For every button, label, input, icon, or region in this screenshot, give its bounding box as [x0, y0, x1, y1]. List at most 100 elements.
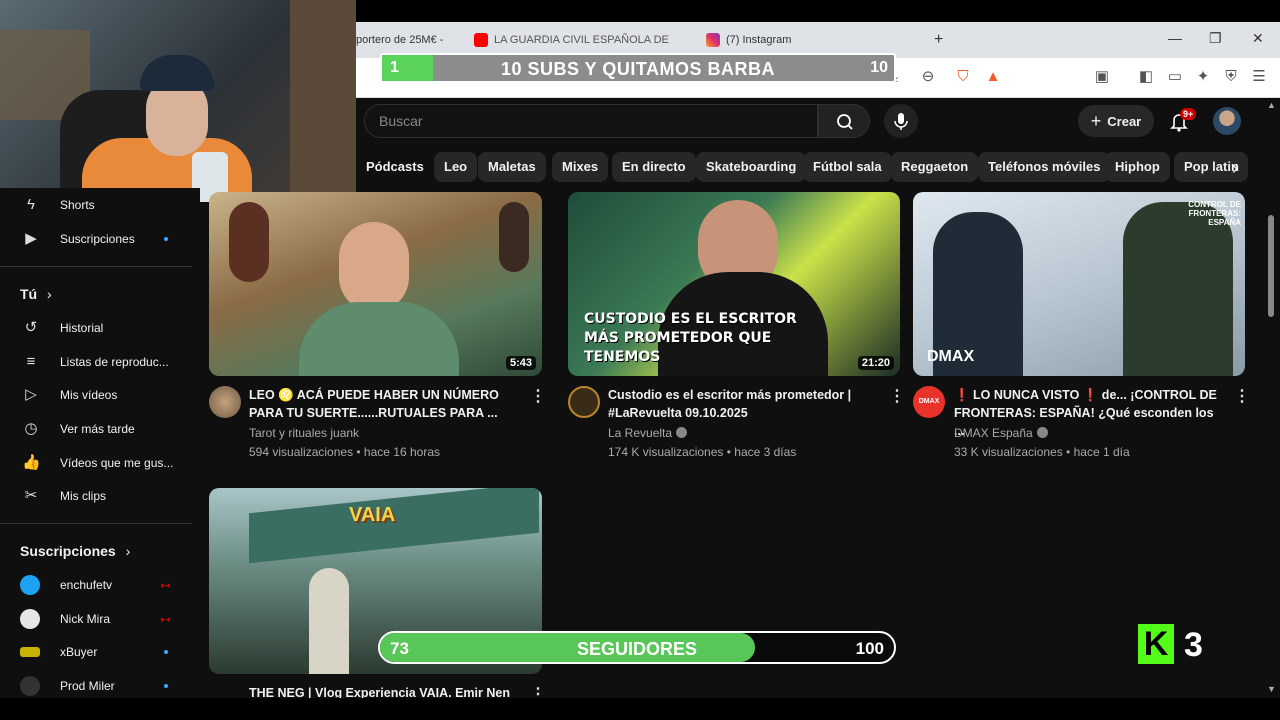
video-thumbnail[interactable]: 5:43: [209, 192, 542, 376]
sidebar-toggle-icon[interactable]: ◧: [1137, 68, 1155, 86]
new-content-dot: [164, 650, 168, 654]
sidebar-item-label: Suscripciones: [60, 232, 135, 246]
account-avatar[interactable]: [1213, 107, 1241, 135]
channel-avatar[interactable]: [568, 386, 600, 418]
person-face: [339, 222, 409, 312]
officer-figure: [1123, 202, 1233, 376]
wardrobe: [290, 0, 356, 202]
thumbnail-text: CUSTODIO ES EL ESCRITOR MÁS PROMETEDOR Q…: [584, 311, 797, 365]
kick-count: 3: [1184, 626, 1203, 664]
vpn-icon[interactable]: ⛨: [1222, 68, 1240, 86]
verified-icon: [676, 427, 688, 438]
mask-decoration: [229, 202, 269, 282]
chip[interactable]: Skateboarding: [696, 152, 807, 182]
webcam-feed: [0, 0, 356, 202]
video-thumbnail[interactable]: CUSTODIO ES EL ESCRITOR MÁS PROMETEDOR Q…: [568, 192, 900, 376]
sidebar-item-watch-later[interactable]: ◷ Ver más tarde: [0, 412, 190, 446]
performer: [309, 568, 349, 674]
wallet-icon[interactable]: ▭: [1166, 68, 1184, 86]
search-button[interactable]: [818, 104, 870, 138]
subs-goal-bar: 1 10 SUBS Y QUITAMOS BARBA 10: [380, 53, 896, 83]
sidebar-item-shorts[interactable]: ϟ Shorts: [0, 188, 190, 222]
minimize-icon[interactable]: —: [1168, 30, 1182, 46]
sidebar-item-my-videos[interactable]: ▷ Mis vídeos: [0, 378, 190, 412]
verified-icon: [1036, 427, 1048, 438]
subs-goal-title: 10 SUBS Y QUITAMOS BARBA: [500, 59, 776, 79]
zoom-out-icon[interactable]: ⊖: [919, 68, 937, 86]
brave-rewards-icon[interactable]: ▲: [984, 68, 1002, 86]
video-meta: 174 K visualizaciones • hace 3 días: [608, 445, 797, 459]
create-button[interactable]: + Crear: [1078, 105, 1154, 137]
chevron-right-icon: ›: [47, 286, 52, 302]
close-icon[interactable]: ✕: [1252, 30, 1264, 47]
scroll-up-icon[interactable]: ▲: [1267, 100, 1276, 110]
live-icon: ▸◂: [160, 613, 170, 624]
chip[interactable]: En directo: [612, 152, 696, 182]
chip[interactable]: Fútbol sala: [803, 152, 892, 182]
search-box[interactable]: [364, 104, 818, 138]
reader-icon[interactable]: ▣: [1093, 68, 1111, 86]
voice-search-button[interactable]: [884, 104, 918, 138]
youtube-icon: [474, 33, 488, 47]
sidebar-item-subscriptions[interactable]: ▶ Suscripciones: [0, 222, 190, 256]
subscription-item[interactable]: Nick Mira ▸◂: [0, 602, 190, 636]
sidebar-item-label: Mis vídeos: [60, 388, 118, 402]
channel-avatar: [20, 676, 40, 696]
thumbnail-text: CONTROL DE FRONTERAS: ESPAÑA: [1188, 200, 1241, 227]
subscriptions-section-header[interactable]: Suscripciones ›: [20, 543, 130, 559]
channel-name: Prod Miler: [60, 679, 115, 693]
sidebar: ϟ Shorts ▶ Suscripciones Tú › ↺ Historia…: [0, 188, 200, 700]
search-input[interactable]: [379, 111, 799, 131]
channel-avatar[interactable]: DMAX: [913, 386, 945, 418]
scrollbar-thumb[interactable]: [1268, 215, 1274, 317]
more-options-icon[interactable]: ⋮: [889, 386, 905, 406]
chip[interactable]: Maletas: [478, 152, 546, 182]
tab-label: LA GUARDIA CIVIL ESPAÑOLA DE: [494, 34, 669, 46]
video-title[interactable]: LEO ♌ ACÁ PUEDE HABER UN NÚMERO PARA TU …: [249, 386, 519, 422]
menu-icon[interactable]: ☰: [1250, 68, 1268, 86]
clock-icon: ◷: [24, 420, 38, 437]
channel-name[interactable]: DMAX España: [954, 426, 1048, 440]
chip[interactable]: Pódcasts: [356, 152, 434, 182]
shorts-icon: ϟ: [27, 196, 35, 213]
subscription-item[interactable]: xBuyer: [0, 635, 190, 669]
channel-name[interactable]: La Revuelta: [608, 426, 688, 440]
channel-avatar[interactable]: [209, 386, 241, 418]
video-title[interactable]: Custodio es el escritor más prometedor |…: [608, 386, 878, 422]
chip[interactable]: Mixes: [552, 152, 609, 182]
live-icon: ▸◂: [160, 579, 170, 590]
followers-target: 100: [855, 639, 884, 658]
sidebar-item-playlists[interactable]: ≡ Listas de reproduc...: [0, 345, 190, 379]
leo-ai-icon[interactable]: ✦: [1194, 68, 1212, 86]
more-options-icon[interactable]: ⋮: [530, 386, 546, 406]
tab-label: portero de 25M€ -: [356, 34, 444, 46]
my-videos-icon: ▷: [25, 386, 37, 403]
divider: [0, 523, 192, 524]
new-content-dot: [164, 684, 168, 688]
video-duration: 21:20: [857, 356, 894, 370]
chevron-right-icon[interactable]: ›: [1232, 158, 1238, 179]
chip[interactable]: Hiphop: [1105, 152, 1170, 182]
channel-name[interactable]: Tarot y rituales juank: [249, 426, 359, 440]
video-thumbnail[interactable]: CONTROL DE FRONTERAS: ESPAÑA DMAX: [913, 192, 1245, 376]
you-section-header[interactable]: Tú ›: [20, 286, 52, 302]
channel-avatar: [20, 647, 40, 657]
video-meta: 594 visualizaciones • hace 16 horas: [249, 445, 440, 459]
sidebar-item-clips[interactable]: ✂ Mis clips: [0, 479, 190, 513]
subscriptions-icon: ▶: [25, 230, 37, 247]
kick-counter: K 3: [1138, 624, 1216, 668]
sidebar-item-history[interactable]: ↺ Historial: [0, 311, 190, 345]
scroll-down-icon[interactable]: ▼: [1267, 684, 1276, 694]
subscription-item[interactable]: enchufetv ▸◂: [0, 568, 190, 602]
more-options-icon[interactable]: ⋮: [1234, 386, 1250, 406]
cap: [140, 55, 214, 91]
history-icon: ↺: [24, 319, 38, 336]
chip[interactable]: Teléfonos móviles: [978, 152, 1111, 182]
chip[interactable]: Reggaeton: [891, 152, 979, 182]
brave-shield-icon[interactable]: ⛉: [954, 68, 972, 86]
chip[interactable]: Leo: [434, 152, 478, 182]
sidebar-item-liked-videos[interactable]: 👍 Vídeos que me gus...: [0, 446, 190, 480]
restore-icon[interactable]: ❐: [1209, 30, 1222, 47]
dmax-logo: DMAX: [927, 348, 975, 365]
new-tab-button[interactable]: +: [934, 22, 954, 58]
